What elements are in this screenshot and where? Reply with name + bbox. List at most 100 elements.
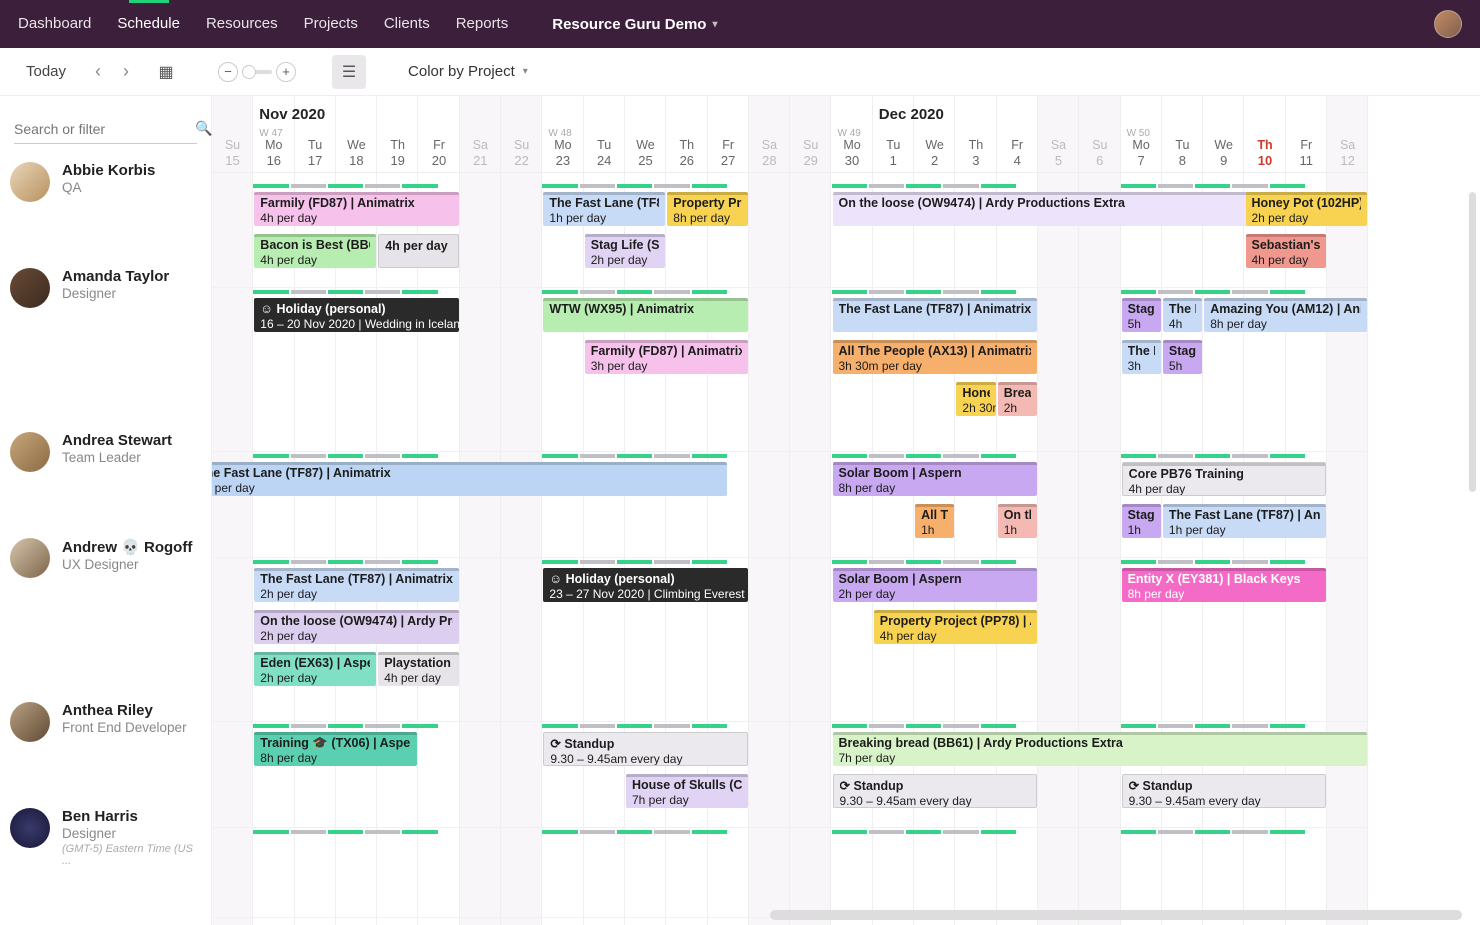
booking[interactable]: Stag Life5h [1163,340,1202,374]
schedule-row: The Fast Lane (TF87) | Animatrix2h per d… [212,558,1368,722]
booking[interactable]: Honey Pot (102HP) | Bee2h per day [1246,192,1368,226]
booking[interactable]: Property Project8h per day [667,192,748,226]
nav-dashboard[interactable]: Dashboard [18,15,91,34]
nav-resources[interactable]: Resources [206,15,278,34]
person-row[interactable]: Amanda TaylorDesigner [0,258,211,422]
booking[interactable]: The Fast Lane (TF87) | Animatrix1h per d… [543,192,665,226]
booking[interactable]: Breaking2h [998,382,1037,416]
booking[interactable]: The Fast Lane (TF87) | Animatrix1h per d… [1163,504,1326,538]
booking[interactable]: ☺ Holiday (personal)16 – 20 Nov 2020 | W… [254,298,459,332]
booking-detail: 8h per day [839,481,1032,495]
account-switcher[interactable]: Resource Guru Demo ▾ [552,16,717,33]
booking[interactable]: WTW (WX95) | Animatrix [543,298,748,332]
person-row[interactable]: Andrew 💀 RogoffUX Designer [0,528,211,692]
booking-title: The Fast Lane (TF87) | Animatrix [839,302,1032,316]
booking-detail: 9.30 – 9.45am every day [550,752,741,766]
user-avatar[interactable] [1434,10,1462,38]
booking[interactable]: ⟳ Standup9.30 – 9.45am every day [1122,774,1327,808]
booking-detail: 8h per day [1128,587,1321,601]
booking[interactable]: On the1h [998,504,1037,538]
booking[interactable]: Amazing You (AM12) | Animatrix8h per day [1204,298,1367,332]
booking-title: ☺ Holiday (personal) [549,572,742,586]
booking[interactable]: Solar Boom | Aspern8h per day [833,462,1038,496]
booking-detail: 2h [1004,401,1031,415]
search-input[interactable] [14,121,195,137]
booking[interactable]: ☺ Holiday (personal)23 – 27 Nov 2020 | C… [543,568,748,602]
booking-detail: 4h per day [1252,253,1321,267]
person-row[interactable]: Andrea StewartTeam Leader [0,422,211,528]
person-avatar [10,268,50,308]
booking[interactable]: Farmily (FD87) | Animatrix4h per day [254,192,459,226]
person-role: QA [62,180,155,195]
booking[interactable]: 4h per day [378,234,459,268]
booking[interactable]: The Fast Lane (TF87) | Animatrix2h per d… [254,568,459,602]
nav-schedule[interactable]: Schedule [117,15,180,34]
booking[interactable]: Stag Life (SL13)2h per day [585,234,666,268]
booking[interactable]: The Fast4h [1163,298,1202,332]
next-button[interactable]: › [114,61,138,82]
booking-title: Stag Life [1169,344,1196,358]
person-row[interactable]: Ben HarrisDesigner(GMT-5) Eastern Time (… [0,798,211,888]
booking[interactable]: ⟳ Standup9.30 – 9.45am every day [833,774,1038,808]
booking-title: Property Project [673,196,742,210]
booking[interactable]: Breaking bread (BB61) | Ardy Productions… [833,732,1368,766]
day-header: Th26 [666,138,707,168]
booking-title: Farmily (FD87) | Animatrix [260,196,453,210]
booking[interactable]: Entity X (EY381) | Black Keys8h per day [1122,568,1327,602]
booking[interactable]: Sebastian's project4h per day [1246,234,1327,268]
calendar-grid: Su15Mo16Tu17We18Th19Fr20Sa21Su22Mo23Tu24… [212,96,1368,925]
booking[interactable]: Stag Life1h [1122,504,1161,538]
calendar-scroll[interactable]: Su15Mo16Tu17We18Th19Fr20Sa21Su22Mo23Tu24… [212,96,1480,925]
person-row[interactable]: Anthea RileyFront End Developer [0,692,211,798]
list-toggle-button[interactable]: ☰ [332,55,366,89]
booking-detail: 9.30 – 9.45am every day [840,794,1031,808]
booking-detail: 4h [1169,317,1196,331]
availability-strip [542,558,749,566]
color-by-dropdown[interactable]: Color by Project ▾ [408,63,528,80]
week-label: W 49 [838,128,861,139]
nav-projects[interactable]: Projects [304,15,358,34]
booking[interactable]: Honey2h 30m [956,382,995,416]
zoom-out-button[interactable]: − [218,62,238,82]
booking[interactable]: Training 🎓 (TX06) | Aspern8h per day [254,732,417,766]
zoom-in-button[interactable]: + [276,62,296,82]
booking[interactable]: ⟳ Standup9.30 – 9.45am every day [543,732,748,766]
booking-detail: 1h per day [549,211,659,225]
person-row[interactable]: Abbie KorbisQA [0,152,211,258]
today-button[interactable]: Today [20,56,72,88]
booking[interactable]: House of Skulls (City) (HF7h per day [626,774,748,808]
booking-title: Breaking [1004,386,1031,400]
booking[interactable]: The Fast Lane (TF87) | Animatrix8h per d… [212,462,727,496]
chevron-down-icon: ▾ [712,19,717,30]
booking[interactable]: Eden (EX63) | Aspern2h per day [254,652,376,686]
prev-button[interactable]: ‹ [86,61,110,82]
nav-clients[interactable]: Clients [384,15,430,34]
booking[interactable]: Core PB76 Training4h per day [1122,462,1327,496]
booking[interactable]: Stag Life5h [1122,298,1161,332]
booking[interactable]: Property Project (PP78) | Aardvark4h per… [874,610,1037,644]
booking-title: The Fast Lane (TF87) | Animatrix [212,466,721,480]
booking-detail: 5h [1169,359,1196,373]
booking-detail: 16 – 20 Nov 2020 | Wedding in Iceland 🌐 [260,317,453,331]
booking[interactable]: Solar Boom | Aspern2h per day [833,568,1038,602]
booking[interactable]: The Fast3h [1122,340,1161,374]
person-name: Amanda Taylor [62,268,169,285]
availability-strip [253,452,460,460]
booking[interactable]: All The1h [915,504,954,538]
booking[interactable]: Farmily (FD87) | Animatrix3h per day [585,340,748,374]
vertical-scrollbar[interactable] [1469,192,1476,492]
booking[interactable]: Bacon is Best (BB62) | Ardy4h per day [254,234,376,268]
booking[interactable]: Playstation Eve4h per day [378,652,459,686]
zoom-slider[interactable] [242,70,272,74]
horizontal-scrollbar[interactable] [770,910,1462,920]
account-name: Resource Guru Demo [552,16,706,33]
person-role: UX Designer [62,557,192,572]
day-header: Th19 [377,138,418,168]
calendar-icon[interactable]: ▦ [152,62,180,82]
booking[interactable]: All The People (AX13) | Animatrix3h 30m … [833,340,1038,374]
booking-title: Solar Boom | Aspern [839,466,1032,480]
search-field[interactable]: 🔍 [14,120,197,144]
nav-reports[interactable]: Reports [456,15,509,34]
booking[interactable]: On the loose (OW9474) | Ardy Productions… [254,610,459,644]
booking[interactable]: The Fast Lane (TF87) | Animatrix [833,298,1038,332]
